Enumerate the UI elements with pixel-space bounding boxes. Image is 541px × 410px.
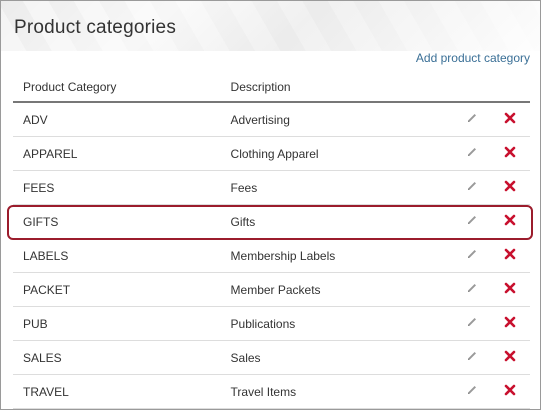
cell-edit	[453, 204, 491, 239]
cell-delete	[490, 340, 530, 375]
delete-x-icon[interactable]	[504, 214, 516, 226]
delete-x-icon[interactable]	[504, 146, 516, 158]
pencil-icon[interactable]	[466, 248, 478, 260]
product-categories-panel: Product categories Add product category …	[0, 0, 541, 410]
table-row[interactable]: ADV Advertising	[13, 102, 530, 137]
column-header-edit	[453, 73, 491, 103]
cell-product-category: GIFTS	[13, 204, 221, 239]
page-title: Product categories	[14, 17, 177, 38]
cell-description: Publications	[220, 306, 454, 341]
cell-edit	[453, 136, 491, 171]
pencil-icon[interactable]	[466, 180, 478, 192]
delete-x-icon[interactable]	[504, 112, 516, 124]
cell-description: Gifts	[220, 204, 454, 239]
pencil-icon[interactable]	[466, 316, 478, 328]
cell-edit	[453, 272, 491, 307]
delete-x-icon[interactable]	[504, 384, 516, 396]
pencil-icon[interactable]	[466, 350, 478, 362]
cell-delete	[490, 204, 530, 239]
cell-description: Membership Labels	[220, 238, 454, 273]
cell-edit	[453, 340, 491, 375]
cell-delete	[490, 306, 530, 341]
cell-product-category: FEES	[13, 170, 221, 205]
cell-product-category: TRAVEL	[13, 374, 221, 409]
table-row[interactable]: LABELS Membership Labels	[13, 238, 530, 273]
pencil-icon[interactable]	[466, 146, 478, 158]
cell-product-category: PACKET	[13, 272, 221, 307]
delete-x-icon[interactable]	[504, 282, 516, 294]
cell-description: Travel Items	[220, 374, 454, 409]
cell-product-category: APPAREL	[13, 136, 221, 171]
delete-x-icon[interactable]	[504, 316, 516, 328]
delete-x-icon[interactable]	[504, 248, 516, 260]
cell-edit	[453, 374, 491, 409]
cell-product-category: ADV	[13, 102, 221, 137]
cell-edit	[453, 306, 491, 341]
delete-x-icon[interactable]	[504, 180, 516, 192]
pencil-icon[interactable]	[466, 282, 478, 294]
cell-delete	[490, 102, 530, 137]
delete-x-icon[interactable]	[504, 350, 516, 362]
cell-delete	[490, 272, 530, 307]
cell-description: Advertising	[220, 102, 454, 137]
table-row[interactable]: PUB Publications	[13, 306, 530, 341]
product-categories-table: Product Category Description ADV Advertis…	[13, 73, 530, 409]
table-row[interactable]: PACKET Member Packets	[13, 272, 530, 307]
column-header-description[interactable]: Description	[220, 73, 454, 103]
table-row[interactable]: GIFTS Gifts	[13, 204, 530, 239]
column-header-delete	[490, 73, 530, 103]
cell-edit	[453, 170, 491, 205]
table-row[interactable]: TRAVEL Travel Items	[13, 374, 530, 409]
pencil-icon[interactable]	[466, 214, 478, 226]
cell-description: Clothing Apparel	[220, 136, 454, 171]
cell-edit	[453, 238, 491, 273]
pencil-icon[interactable]	[466, 112, 478, 124]
cell-product-category: LABELS	[13, 238, 221, 273]
table-row[interactable]: FEES Fees	[13, 170, 530, 205]
cell-description: Sales	[220, 340, 454, 375]
add-product-category-link[interactable]: Add product category	[416, 51, 530, 65]
cell-description: Fees	[220, 170, 454, 205]
cell-description: Member Packets	[220, 272, 454, 307]
cell-delete	[490, 136, 530, 171]
cell-delete	[490, 374, 530, 409]
pencil-icon[interactable]	[466, 384, 478, 396]
cell-product-category: PUB	[13, 306, 221, 341]
cell-delete	[490, 170, 530, 205]
table-row[interactable]: SALES Sales	[13, 340, 530, 375]
cell-product-category: SALES	[13, 340, 221, 375]
table-header-row: Product Category Description	[13, 73, 530, 103]
cell-delete	[490, 238, 530, 273]
table-row[interactable]: APPAREL Clothing Apparel	[13, 136, 530, 171]
column-header-product-category[interactable]: Product Category	[13, 73, 221, 103]
cell-edit	[453, 102, 491, 137]
